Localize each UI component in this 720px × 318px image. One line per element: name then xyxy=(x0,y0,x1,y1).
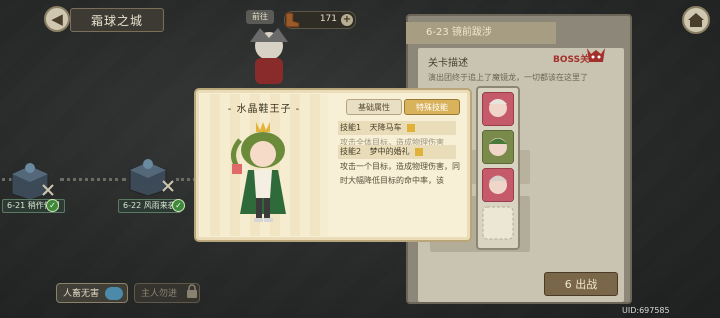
boot-currency-icon xyxy=(285,12,300,28)
fight-button[interactable]: 6 出战 xyxy=(544,272,618,296)
goto-badge[interactable]: 前往 xyxy=(246,10,274,24)
path-dots xyxy=(60,178,126,185)
currency-value: 171 xyxy=(319,14,337,24)
user-id: UID:697585 xyxy=(622,306,670,315)
fight-cost: 6 xyxy=(564,278,572,291)
path-dots xyxy=(176,178,196,185)
skill-row-2[interactable]: 技能2 梦中的婚礼 xyxy=(338,145,456,159)
skill-label: 技能1 xyxy=(340,123,362,132)
hero-crystal-prince-portrait xyxy=(231,122,286,222)
boss-label: BOSS关 xyxy=(553,55,590,65)
team-hero-slot-2[interactable] xyxy=(482,130,514,164)
crossed-swords-icon xyxy=(162,180,174,192)
team-hero-slot-1[interactable] xyxy=(482,92,514,126)
cleared-check-icon: ✓ xyxy=(46,199,59,212)
skill-description: 攻击一个目标，造成物理伤害，同时大幅降低目标的命中率，该 xyxy=(340,162,460,185)
hero-name: - 水晶鞋王子 - xyxy=(227,104,301,115)
toggle-label: 主人勿进 xyxy=(141,289,178,299)
cleared-check-icon: ✓ xyxy=(172,199,185,212)
home-icon xyxy=(688,13,704,27)
fight-label: 出战 xyxy=(575,278,598,291)
toggle-label: 人畜无害 xyxy=(63,289,100,299)
back-button[interactable]: ◀ xyxy=(44,6,70,32)
lock-icon xyxy=(187,284,197,298)
tab-special-skills[interactable]: 特殊技能 xyxy=(404,99,460,115)
home-button[interactable] xyxy=(682,6,710,34)
skill-name: 梦中的婚礼 xyxy=(369,147,410,156)
stage-description: 演出团终于追上了魔镜龙，一切都该在这里了 xyxy=(428,73,588,82)
stage-title: 6-23 镜前跋涉 xyxy=(406,22,556,44)
currency-bar: 171 + xyxy=(284,11,356,29)
stage-desc-title: 关卡描述 xyxy=(428,58,468,69)
skill-level-icon xyxy=(407,123,416,132)
crossed-swords-icon xyxy=(42,184,54,196)
skill-label: 技能2 xyxy=(340,147,362,156)
boss-skull-icon xyxy=(587,48,605,62)
tab-basic-attributes[interactable]: 基础属性 xyxy=(346,99,402,115)
add-currency-button[interactable]: + xyxy=(341,14,353,26)
mode-toggle-harmless[interactable]: 人畜无害 xyxy=(56,283,128,303)
area-title: 霜球之城 xyxy=(70,8,164,32)
toggle-knob xyxy=(105,287,123,300)
back-arrow-icon: ◀ xyxy=(51,10,63,28)
map-character-sprite xyxy=(250,28,288,84)
skill-row-1[interactable]: 技能1 天降马车 xyxy=(338,121,456,135)
team-hero-slot-3[interactable] xyxy=(482,168,514,202)
skill-level-icon xyxy=(415,147,424,156)
team-empty-slot[interactable] xyxy=(482,206,514,240)
skill-name: 天降马车 xyxy=(369,123,402,132)
